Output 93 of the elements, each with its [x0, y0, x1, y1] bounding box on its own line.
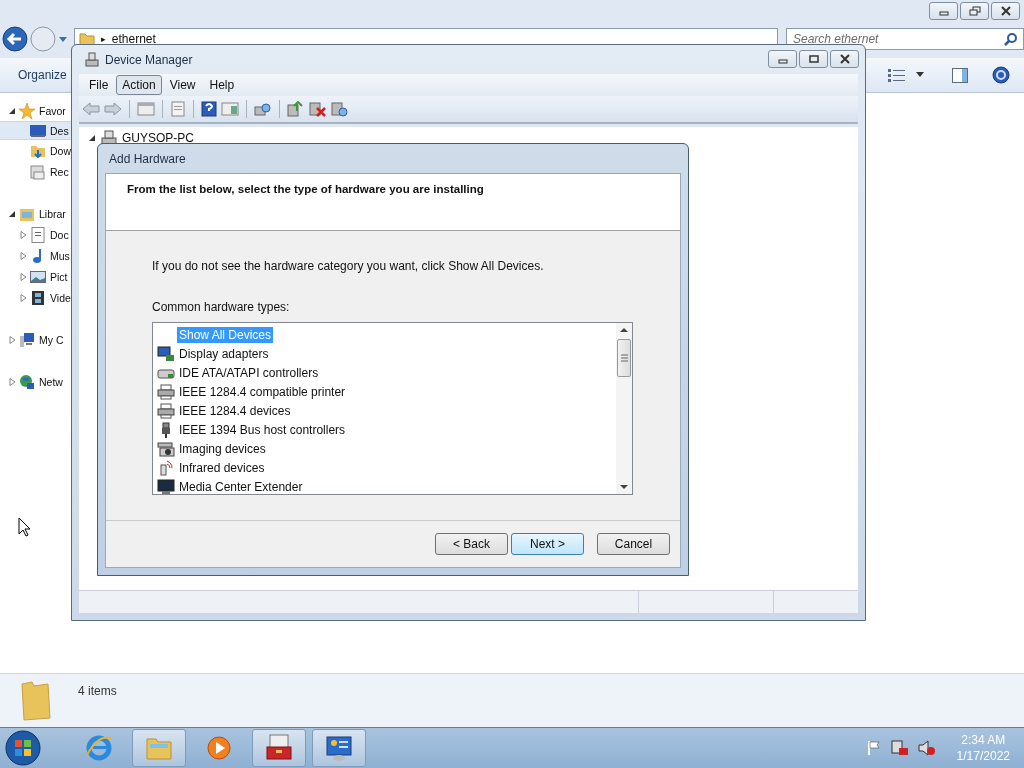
star-icon [19, 102, 35, 119]
close-button[interactable] [830, 49, 859, 68]
disable-icon[interactable] [331, 101, 349, 117]
minimize-button[interactable] [768, 49, 797, 68]
nav-item[interactable]: Favor [0, 100, 71, 121]
maximize-button[interactable] [799, 49, 828, 68]
list-item[interactable]: Display adapters [153, 344, 616, 363]
nav-item[interactable]: Netw [0, 371, 71, 392]
scan-icon[interactable] [254, 101, 272, 117]
folder-icon [18, 679, 54, 722]
back-icon[interactable] [2, 26, 28, 52]
nav-item[interactable]: Rec [0, 161, 71, 182]
film-icon [30, 289, 46, 306]
close-icon [999, 6, 1012, 16]
help-icon[interactable] [201, 101, 217, 117]
update-driver-icon[interactable] [287, 101, 305, 117]
search-icon [1004, 32, 1018, 46]
taskbar-button[interactable] [252, 729, 306, 767]
menu-item[interactable]: File [83, 75, 115, 95]
dialog-title: Add Hardware [108, 150, 187, 168]
list-item[interactable]: Infrared devices [153, 458, 616, 477]
uninstall-icon[interactable] [309, 101, 327, 117]
infrared-icon [157, 459, 175, 476]
scrollbar[interactable] [616, 323, 632, 494]
start-button[interactable] [4, 729, 42, 767]
list-label: Common hardware types: [152, 300, 291, 314]
item-count: 4 items [78, 683, 117, 698]
wizard-button[interactable]: Next > [511, 533, 584, 555]
nav-item[interactable]: Des [0, 121, 71, 140]
expander-icon[interactable] [9, 209, 16, 218]
computer-icon [19, 331, 35, 348]
search-field[interactable]: Search ethernet [786, 28, 1024, 50]
taskbar-button[interactable] [312, 729, 366, 767]
expander-icon[interactable] [9, 106, 16, 115]
camera-icon [157, 440, 175, 457]
play-icon [204, 733, 234, 763]
expander-icon[interactable] [89, 134, 96, 142]
minimize-button[interactable] [929, 2, 958, 20]
wizard-button[interactable]: < Back [435, 533, 508, 555]
wizard-heading: From the list below, select the type of hardware you are installing [127, 183, 485, 195]
nav-item[interactable]: Doc [0, 224, 71, 245]
nav-item[interactable]: Mus [0, 245, 71, 266]
forward-icon[interactable] [104, 101, 122, 117]
document-icon [30, 226, 46, 243]
close-button[interactable] [991, 2, 1020, 20]
maximize-icon [807, 53, 820, 64]
nav-item[interactable]: Pict [0, 266, 71, 287]
computer-icon [84, 51, 100, 68]
monitor-icon [157, 478, 175, 494]
grip-icon [620, 354, 628, 362]
globe-icon [19, 373, 35, 390]
printer-icon [157, 402, 175, 419]
menu-item[interactable]: View [163, 75, 202, 95]
monitor-icon [157, 345, 175, 362]
menu-item[interactable]: Action [116, 75, 162, 95]
list-item[interactable]: IEEE 1284.4 devices [153, 401, 616, 420]
control-panel-icon [324, 733, 354, 763]
scroll-thumb[interactable] [617, 339, 631, 377]
printer-icon [157, 383, 175, 400]
properties-icon[interactable] [170, 101, 186, 117]
organize-button[interactable]: Organize [18, 68, 67, 82]
restore-icon [968, 6, 981, 16]
browser-icon [84, 733, 114, 763]
nav-item[interactable]: Librar [0, 203, 71, 224]
instruction-text: If you do not see the hardware category you want, click Show All Devices. [152, 259, 545, 273]
speaker-muted-icon[interactable] [917, 740, 936, 756]
flag-icon[interactable] [865, 740, 882, 756]
help-icon[interactable] [992, 66, 1010, 84]
scroll-down-icon[interactable] [620, 484, 628, 490]
nav-item[interactable]: Dow [0, 140, 71, 161]
scroll-up-icon[interactable] [620, 327, 628, 333]
computer-icon [100, 130, 118, 146]
cursor-icon [18, 517, 32, 537]
restore-button[interactable] [960, 2, 989, 20]
caret-icon[interactable] [916, 72, 924, 78]
list-item[interactable]: IDE ATA/ATAPI controllers [153, 363, 616, 382]
menu-item[interactable]: Help [203, 75, 241, 95]
nav-item[interactable]: Vide [0, 287, 71, 308]
toolbox-icon [264, 733, 294, 763]
list-item[interactable]: Imaging devices [153, 439, 616, 458]
list-item[interactable]: Media Center Extender [153, 477, 616, 494]
view-list-icon[interactable] [888, 68, 906, 82]
close-icon [838, 53, 851, 64]
window-title: Device Manager [105, 52, 193, 67]
picture-icon [30, 268, 46, 285]
nav-item[interactable]: My C [0, 329, 71, 350]
list-item[interactable]: IEEE 1284.4 compatible printer [153, 382, 616, 401]
preview-pane-icon[interactable] [952, 67, 968, 83]
network-icon[interactable] [890, 740, 909, 756]
wizard-button[interactable]: Cancel [597, 533, 670, 555]
monitor-icon [30, 122, 46, 139]
list-item[interactable]: IEEE 1394 Bus host controllers [153, 420, 616, 439]
tree-item[interactable]: GUYSOP-PC [89, 129, 858, 147]
